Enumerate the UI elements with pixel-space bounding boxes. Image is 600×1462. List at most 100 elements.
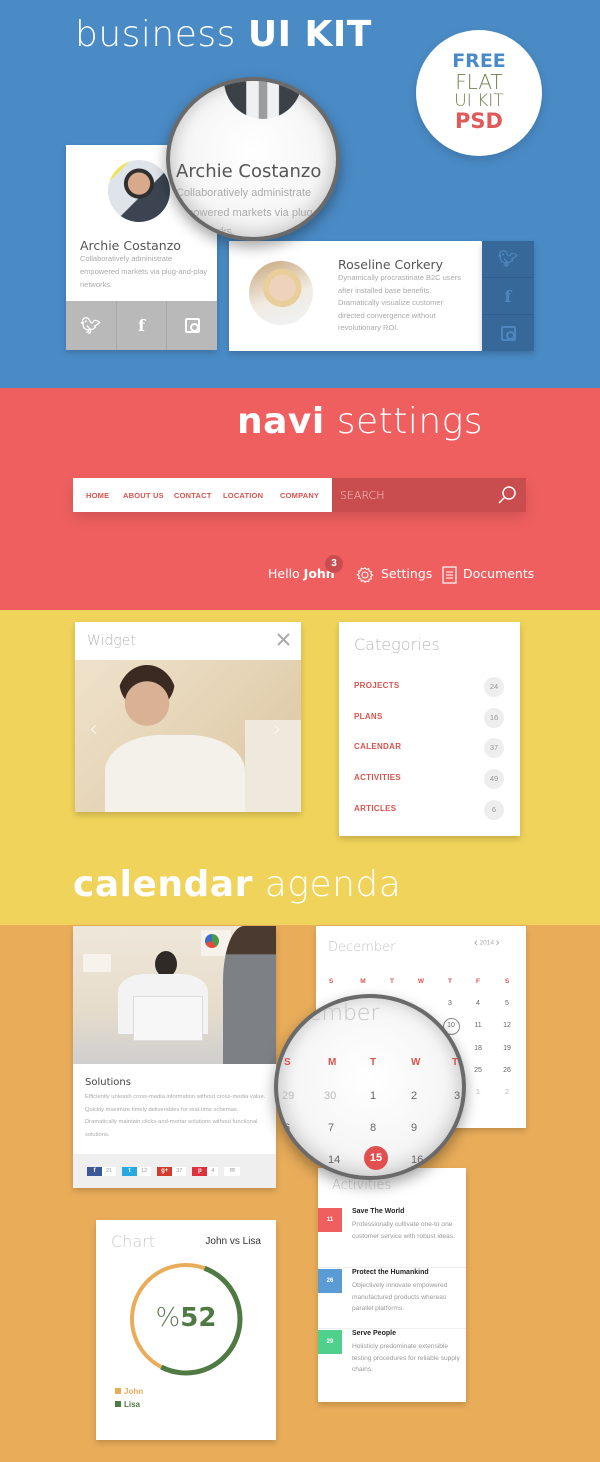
prev-year-button[interactable]: ‹ <box>474 937 478 949</box>
calendar-day[interactable]: 8 <box>370 1122 376 1134</box>
heading-bold: calendar <box>73 864 253 905</box>
calendar-day[interactable]: 5 <box>497 1000 517 1007</box>
activities-card: Activities 11 Save The World Professiona… <box>318 1168 466 1402</box>
calendar-day[interactable]: 2 <box>497 1089 517 1096</box>
category-label: ARTICLES <box>354 804 397 813</box>
calendar-day[interactable]: 1 <box>468 1089 488 1096</box>
profile-description: Collaboratively administrate empowered m… <box>80 254 208 289</box>
avatar <box>108 160 170 222</box>
category-item[interactable]: ACTIVITIES 49 <box>354 769 504 789</box>
chart-subtitle: John vs Lisa <box>205 1236 261 1247</box>
share-facebook[interactable]: f 21 <box>87 1166 117 1176</box>
weekday-label: T <box>370 1057 377 1068</box>
share-count: 37 <box>176 1168 183 1174</box>
tools-icon[interactable] <box>276 632 291 647</box>
percent-sign: % <box>155 1303 181 1333</box>
category-item[interactable]: PLANS 16 <box>354 708 504 728</box>
search-input[interactable]: SEARCH <box>332 478 526 512</box>
email-icon: ✉ <box>229 1167 235 1174</box>
nav-company[interactable]: COMPANY <box>280 491 319 500</box>
share-twitter[interactable]: t 12 <box>122 1166 152 1176</box>
calendar-day[interactable]: 2 <box>411 1090 417 1102</box>
activity-date: 11 <box>318 1208 342 1232</box>
person-head <box>117 665 177 735</box>
share-pinterest[interactable]: p4 <box>192 1166 219 1176</box>
nav-contact[interactable]: CONTACT <box>174 491 212 500</box>
facebook-button[interactable]: f <box>482 278 534 315</box>
nav-home[interactable]: HOME <box>86 491 109 500</box>
social-bar-vertical: 🐦︎ f <box>482 241 534 351</box>
documents-link[interactable]: Documents <box>463 566 534 581</box>
instagram-button[interactable] <box>167 301 217 350</box>
calendar-day[interactable]: 11 <box>468 1022 488 1029</box>
gear-icon[interactable] <box>356 566 374 584</box>
weekday-label: S <box>284 1057 291 1068</box>
next-year-button[interactable]: › <box>496 937 500 949</box>
badge-flat: FLAT <box>455 70 503 94</box>
activity-title: Protect the Humankind <box>352 1269 429 1276</box>
categories-title: Categories <box>354 635 440 654</box>
calendar-day[interactable]: 4 <box>468 1000 488 1007</box>
legend-swatch <box>115 1401 121 1407</box>
category-item[interactable]: PROJECTS 24 <box>354 677 504 697</box>
twitter-button[interactable]: 🐦︎ <box>66 301 117 350</box>
profile-name: Archie Costanzo <box>80 238 181 253</box>
calendar-day[interactable]: 12 <box>497 1022 517 1029</box>
calendar-day[interactable]: 6 <box>284 1122 290 1134</box>
facebook-button[interactable]: f <box>117 301 168 350</box>
share-count: 4 <box>211 1168 215 1174</box>
settings-link[interactable]: Settings <box>381 566 432 581</box>
category-item[interactable]: ARTICLES 6 <box>354 800 504 820</box>
category-count: 16 <box>484 708 504 728</box>
wall-chart <box>83 954 111 972</box>
free-psd-badge: FREE FLAT UI KIT PSD <box>416 30 542 156</box>
calendar-day[interactable]: 18 <box>468 1045 488 1052</box>
instagram-button[interactable] <box>482 315 534 351</box>
calendar-day[interactable]: 14 <box>328 1154 340 1166</box>
share-email[interactable]: ✉ <box>224 1166 241 1176</box>
calendar-day[interactable]: 3 <box>440 1000 460 1007</box>
navi-heading: navi settings <box>237 401 483 442</box>
calendar-day[interactable]: 26 <box>497 1067 517 1074</box>
next-arrow[interactable]: › <box>273 717 282 742</box>
calendar-day[interactable]: 1 <box>370 1090 376 1102</box>
badge-free: FREE <box>452 50 506 72</box>
category-item[interactable]: CALENDAR 37 <box>354 738 504 758</box>
calendar-day[interactable]: 16 <box>411 1154 423 1166</box>
calendar-day[interactable]: 3 <box>454 1090 460 1102</box>
heading-bold: navi <box>237 401 325 442</box>
notification-badge[interactable]: 3 <box>325 555 343 573</box>
calendar-day[interactable]: 30 <box>324 1090 336 1102</box>
calendar-day[interactable]: 25 <box>468 1067 488 1074</box>
calendar-day[interactable]: 9 <box>411 1122 417 1134</box>
search-icon[interactable] <box>497 485 517 505</box>
search-placeholder: SEARCH <box>340 489 385 502</box>
document-icon[interactable] <box>442 566 457 584</box>
calendar-day[interactable]: 7 <box>328 1122 334 1134</box>
facebook-icon: f <box>138 316 145 335</box>
title-bold: UI KIT <box>247 14 372 55</box>
solutions-title: Solutions <box>85 1077 131 1088</box>
nav-about-us[interactable]: ABOUT US <box>123 491 164 500</box>
activity-item[interactable]: 26 Protect the Humankind Objectively inn… <box>318 1269 466 1329</box>
share-count: 12 <box>141 1168 148 1174</box>
navbar: HOME ABOUT US CONTACT LOCATION COMPANY S… <box>73 478 526 512</box>
calendar-magnifier: ember S M T W T 29 30 1 2 3 6 7 8 9 14 1… <box>274 994 466 1180</box>
year-selector: ‹ 2014 › <box>474 937 499 949</box>
calendar-day[interactable]: 19 <box>497 1045 517 1052</box>
nav-location[interactable]: LOCATION <box>223 491 263 500</box>
activity-date: 26 <box>318 1269 342 1293</box>
widget-photo <box>75 660 301 812</box>
share-count: 21 <box>106 1168 113 1174</box>
legend-item-lisa: Lisa <box>115 1400 140 1409</box>
calendar-day[interactable]: 29 <box>282 1090 294 1102</box>
page-title: business UI KIT <box>75 14 372 55</box>
selected-day[interactable]: 15 <box>364 1146 388 1170</box>
title-light: business <box>75 14 236 55</box>
category-label: CALENDAR <box>354 742 402 751</box>
prev-arrow[interactable]: ‹ <box>89 717 98 742</box>
activity-item[interactable]: 11 Save The World Professionally cultiva… <box>318 1208 466 1268</box>
twitter-button[interactable]: 🐦︎ <box>482 241 534 278</box>
activity-item[interactable]: 29 Serve People Holisticly predominate e… <box>318 1330 466 1390</box>
share-google-plus[interactable]: g+ 37 <box>157 1166 187 1176</box>
